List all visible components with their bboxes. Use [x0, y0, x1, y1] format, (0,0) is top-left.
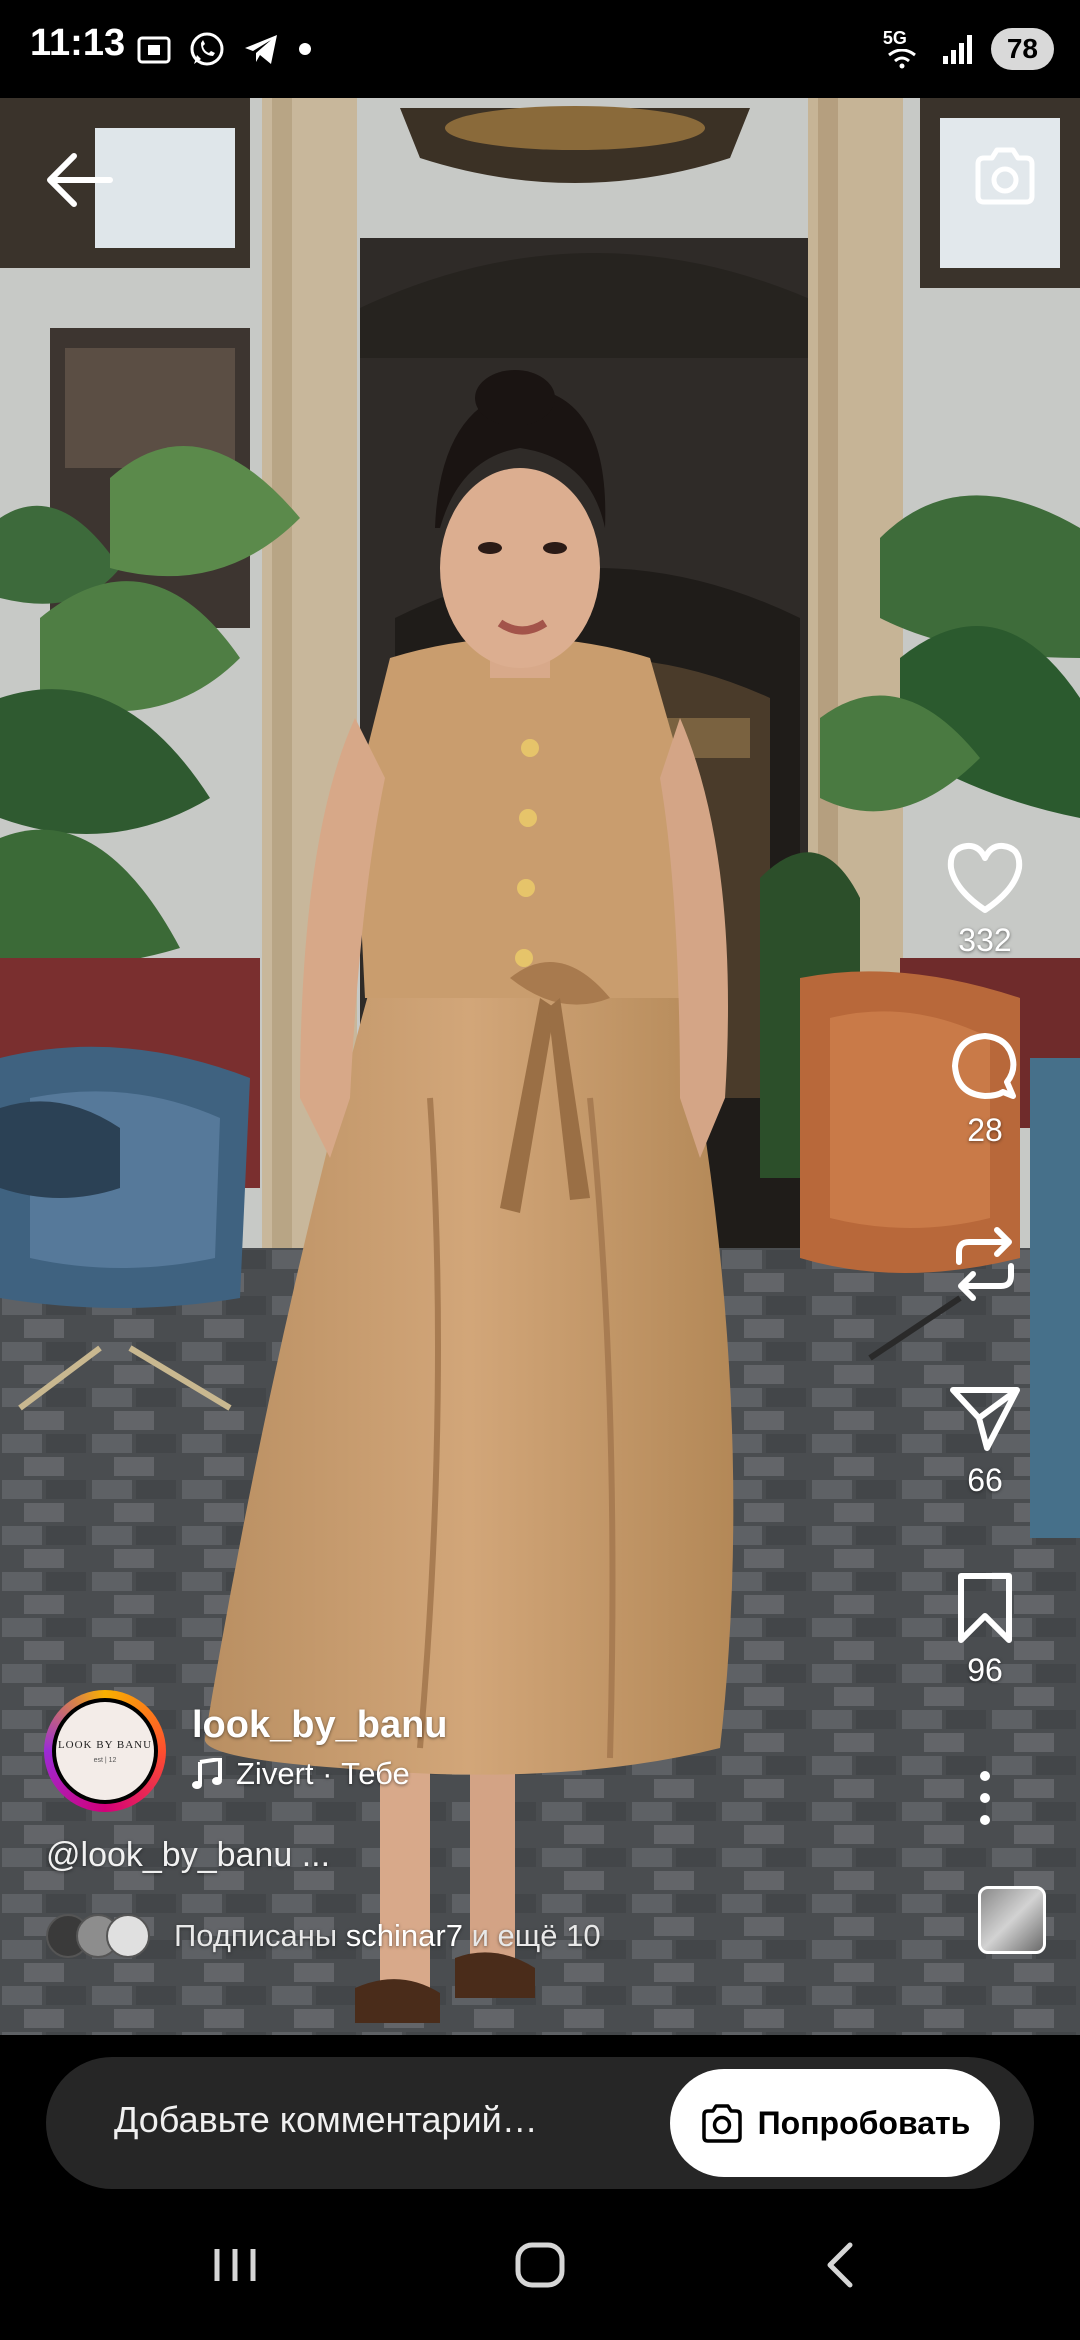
avatar-brand-text: LOOK BY BANU	[57, 1738, 153, 1751]
more-options-button[interactable]	[910, 1770, 1060, 1826]
like-button[interactable]: 332	[910, 840, 1060, 959]
chevron-left-icon	[827, 2242, 853, 2288]
status-time: 11:13	[30, 22, 126, 64]
avatar-logo: LOOK BY BANU est | 12	[56, 1702, 154, 1800]
status-notification-icons	[135, 26, 315, 72]
recent-apps-button[interactable]	[195, 2225, 275, 2305]
more-vertical-icon	[980, 1771, 990, 1825]
camera-button[interactable]	[970, 142, 1040, 212]
audio-thumbnail[interactable]	[978, 1886, 1046, 1954]
comment-button[interactable]: 28	[910, 1030, 1060, 1149]
avatar-border: LOOK BY BANU est | 12	[52, 1698, 158, 1804]
comment-placeholder: Добавьте комментарий…	[114, 2099, 538, 2140]
music-artist: Zivert	[236, 1756, 314, 1791]
battery-level: 78	[990, 28, 1054, 70]
share-button[interactable]: 66	[910, 1380, 1060, 1499]
system-navigation-bar	[0, 2195, 1080, 2340]
repost-icon	[956, 1227, 1014, 1301]
repost-button[interactable]	[910, 1222, 1060, 1306]
music-info[interactable]: Zivert · Тебе	[192, 1756, 410, 1792]
comment-bar: Добавьте комментарий… Попробовать	[0, 2035, 1080, 2195]
back-button[interactable]	[40, 148, 120, 212]
follower-avatar	[106, 1914, 150, 1958]
music-separator: ·	[313, 1756, 342, 1791]
comment-icon	[952, 1033, 1017, 1099]
network-indicator: 5G	[883, 29, 927, 69]
signal-icon	[942, 35, 972, 64]
status-bar: 11:13 5G 78	[0, 0, 1080, 98]
followed-text: Подписаны schinar7 и ещё 10	[174, 1918, 601, 1954]
share-count: 66	[967, 1462, 1003, 1498]
arrow-left-icon	[47, 153, 113, 207]
status-system-icons: 5G 78	[883, 26, 1054, 72]
try-button[interactable]: Попробовать	[670, 2069, 1000, 2177]
screenshot-icon	[137, 36, 171, 64]
try-button-label: Попробовать	[757, 2104, 971, 2141]
post-author: LOOK BY BANU est | 12 look_by_banu Ziver…	[44, 1690, 764, 1820]
comment-count: 28	[967, 1112, 1003, 1148]
camera-icon	[975, 147, 1035, 205]
music-label: Zivert · Тебе	[236, 1756, 410, 1792]
music-track: Тебе	[341, 1756, 410, 1791]
followed-prefix: Подписаны	[174, 1918, 346, 1953]
post-caption[interactable]: @look_by_banu ...	[46, 1836, 330, 1875]
recent-apps-icon	[214, 2249, 256, 2281]
home-button[interactable]	[500, 2225, 580, 2305]
comment-input[interactable]: Добавьте комментарий… Попробовать	[46, 2057, 1034, 2189]
wifi-icon	[887, 49, 916, 69]
followers-avatars	[46, 1914, 156, 1958]
author-username[interactable]: look_by_banu	[192, 1704, 448, 1747]
network-type: 5G	[882, 28, 907, 48]
home-icon	[515, 2242, 565, 2288]
save-button[interactable]: 96	[910, 1570, 1060, 1689]
whatsapp-icon	[190, 32, 224, 66]
save-count: 96	[967, 1652, 1003, 1688]
send-icon	[950, 1387, 1020, 1451]
followed-suffix: и ещё 10	[462, 1918, 601, 1953]
author-avatar[interactable]: LOOK BY BANU est | 12	[44, 1690, 166, 1812]
back-nav-button[interactable]	[800, 2225, 880, 2305]
music-note-icon	[192, 1758, 222, 1789]
notification-dot-icon	[299, 43, 311, 55]
bookmark-icon	[958, 1573, 1012, 1643]
heart-icon	[947, 842, 1023, 913]
camera-icon	[701, 2104, 742, 2143]
followed-by[interactable]: Подписаны schinar7 и ещё 10	[46, 1912, 601, 1960]
telegram-icon	[245, 35, 277, 64]
like-count: 332	[958, 922, 1012, 958]
avatar-sub-text: est | 12	[93, 1756, 117, 1764]
followed-user: schinar7	[345, 1918, 463, 1953]
